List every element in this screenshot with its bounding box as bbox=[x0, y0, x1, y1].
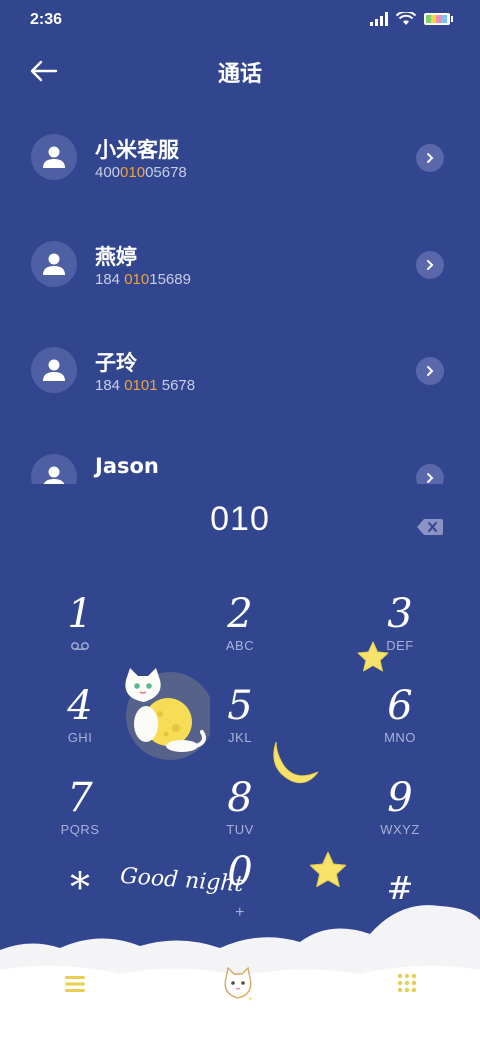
key-letters: WXYZ bbox=[380, 822, 420, 837]
menu-icon[interactable] bbox=[64, 974, 86, 994]
contact-list: 小米客服 40001005678 燕婷 184 01015689 子玲 184 … bbox=[0, 112, 480, 484]
avatar bbox=[31, 347, 77, 393]
key-letters: DEF bbox=[386, 638, 414, 653]
dialed-number: 010 bbox=[210, 500, 270, 538]
key-digit: 0 bbox=[227, 849, 253, 895]
header: 通话 bbox=[0, 48, 480, 92]
avatar bbox=[31, 454, 77, 484]
page-title: 通话 bbox=[217, 62, 262, 87]
key-6[interactable]: 6 MNO bbox=[340, 684, 460, 770]
key-4[interactable]: 4 GHI bbox=[20, 684, 140, 770]
contact-item[interactable]: 子玲 184 0101 5678 bbox=[0, 325, 480, 417]
chevron-right-icon bbox=[427, 153, 434, 163]
key-letters: PQRS bbox=[60, 822, 100, 837]
battery-icon bbox=[424, 13, 453, 25]
chevron-right-icon bbox=[427, 260, 434, 270]
wifi-icon bbox=[396, 12, 416, 25]
person-icon bbox=[43, 466, 65, 484]
contact-number: 40001005678 bbox=[95, 164, 187, 181]
chevron-right-icon bbox=[427, 473, 434, 483]
contact-name: Jason bbox=[95, 454, 159, 478]
key-1[interactable]: 1 bbox=[20, 592, 140, 678]
contact-detail-button[interactable] bbox=[416, 251, 444, 279]
key-digit: 1 bbox=[67, 591, 93, 637]
key-digit: 9 bbox=[387, 775, 413, 821]
key-7[interactable]: 7 PQRS bbox=[20, 776, 140, 862]
person-icon bbox=[43, 253, 65, 275]
key-digit: 2 bbox=[227, 591, 253, 637]
signal-icon bbox=[370, 12, 388, 26]
status-bar: 2:36 bbox=[0, 0, 480, 40]
key-5[interactable]: 5 JKL bbox=[180, 684, 300, 770]
key-digit: 3 bbox=[387, 591, 413, 637]
cat-call-button-icon[interactable] bbox=[218, 964, 258, 1004]
key-digit: 8 bbox=[227, 775, 253, 821]
contact-number: 184 0101 5678 bbox=[95, 377, 196, 394]
key-letters: TUV bbox=[226, 822, 254, 837]
contact-name: 子玲 bbox=[95, 351, 137, 375]
contact-detail-button[interactable] bbox=[416, 464, 444, 484]
contact-item[interactable]: 小米客服 40001005678 bbox=[0, 112, 480, 204]
status-time: 2:36 bbox=[30, 11, 63, 28]
avatar bbox=[31, 134, 77, 180]
key-letters: JKL bbox=[228, 730, 252, 745]
key-digit: 4 bbox=[67, 683, 93, 729]
contact-number: 184 01015689 bbox=[95, 271, 191, 288]
status-icons bbox=[370, 12, 454, 26]
contact-detail-button[interactable] bbox=[416, 144, 444, 172]
key-digit: 5 bbox=[227, 683, 253, 729]
match-highlight: 010 bbox=[120, 164, 146, 181]
contact-detail-button[interactable] bbox=[416, 357, 444, 385]
contact-name: 燕婷 bbox=[95, 245, 137, 269]
key-3[interactable]: 3 DEF bbox=[340, 592, 460, 678]
contact-item[interactable]: Jason bbox=[0, 432, 480, 484]
match-highlight: 0101 bbox=[124, 377, 158, 394]
avatar bbox=[31, 241, 77, 287]
key-digit: 6 bbox=[387, 683, 413, 729]
key-letters: MNO bbox=[384, 730, 416, 745]
contact-name: 小米客服 bbox=[95, 138, 179, 162]
voicemail-icon bbox=[71, 642, 89, 650]
match-highlight: 010 bbox=[124, 271, 150, 288]
chevron-right-icon bbox=[427, 366, 434, 376]
backspace-icon[interactable] bbox=[416, 516, 444, 538]
dialpad-icon[interactable] bbox=[396, 972, 418, 994]
key-9[interactable]: 9 WXYZ bbox=[340, 776, 460, 862]
person-icon bbox=[43, 146, 65, 168]
bottom-bar bbox=[0, 960, 480, 1020]
key-2[interactable]: 2 ABC bbox=[180, 592, 300, 678]
key-letters: ABC bbox=[225, 638, 255, 653]
key-letters: GHI bbox=[67, 730, 93, 745]
contact-item[interactable]: 燕婷 184 01015689 bbox=[0, 219, 480, 311]
key-digit: 7 bbox=[67, 775, 93, 821]
person-icon bbox=[43, 359, 65, 381]
